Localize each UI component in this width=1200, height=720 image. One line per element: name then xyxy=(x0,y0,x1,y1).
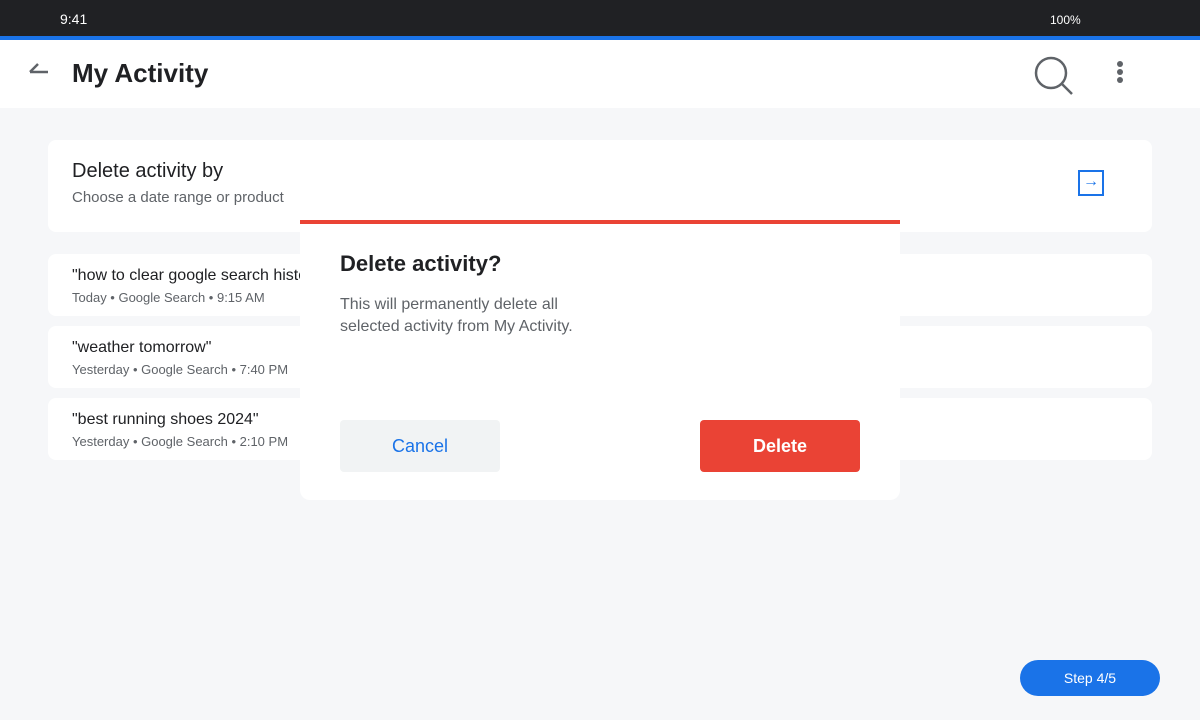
activity-title: "weather tomorrow" xyxy=(72,339,212,356)
app-header: My Activity xyxy=(0,40,1200,108)
delete-activity-by-card[interactable]: Delete activity by Choose a date range o… xyxy=(48,140,1152,232)
more-vert-icon xyxy=(1117,61,1123,83)
arrow-right-icon[interactable]: → xyxy=(1078,170,1104,196)
delete-button[interactable]: Delete xyxy=(700,420,860,472)
delete-by-subtitle: Choose a date range or product xyxy=(72,189,284,206)
activity-meta: Today • Google Search • 9:15 AM xyxy=(72,290,265,305)
dialog-title: Delete activity? xyxy=(340,251,502,276)
back-button[interactable] xyxy=(26,58,54,82)
status-time: 9:41 xyxy=(60,11,88,27)
activity-meta: Yesterday • Google Search • 7:40 PM xyxy=(72,362,289,377)
search-button[interactable] xyxy=(1032,54,1076,98)
search-icon xyxy=(1034,56,1073,95)
delete-by-title: Delete activity by xyxy=(72,160,224,182)
delete-confirm-dialog: Delete activity? This will permanently d… xyxy=(300,220,900,500)
status-bar: 9:41 100% xyxy=(0,0,1200,36)
back-arrow-icon xyxy=(29,63,48,74)
more-options-button[interactable] xyxy=(1108,60,1132,84)
activity-title: "best running shoes 2024" xyxy=(72,411,259,428)
cancel-button[interactable]: Cancel xyxy=(340,420,500,472)
battery-level: 100% xyxy=(1050,13,1081,27)
activity-title: "how to clear google search history" xyxy=(72,267,327,284)
dialog-accent-line xyxy=(300,220,900,224)
activity-meta: Yesterday • Google Search • 2:10 PM xyxy=(72,434,289,449)
dialog-message: This will permanently delete all selecte… xyxy=(340,296,573,335)
step-badge: Step 4/5 xyxy=(1020,660,1160,696)
page-title: My Activity xyxy=(72,58,209,88)
